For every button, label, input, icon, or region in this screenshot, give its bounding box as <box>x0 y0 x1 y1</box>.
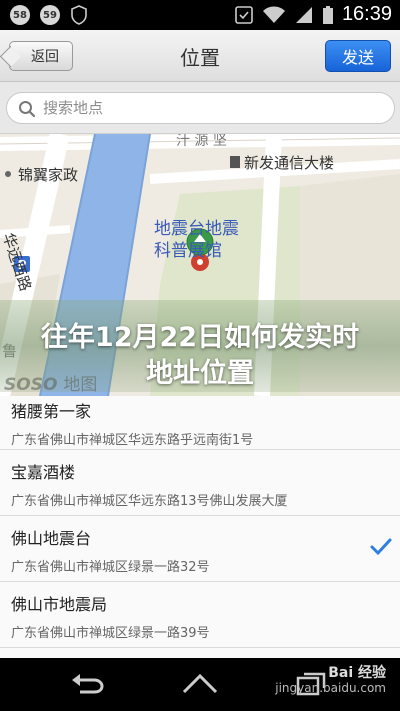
watermark: Bai 经验 jingyan.baidu.com <box>275 666 386 696</box>
map-label-xinfa: 新发通信大楼 <box>244 154 335 172</box>
title-bar: 返回 位置 发送 <box>0 30 400 82</box>
list-item[interactable]: 佛山市地震局 广东省佛山市禅城区绿景一路39号 <box>0 582 400 648</box>
map-poi-line2: 科普展馆 <box>154 241 222 261</box>
place-name: 宝嘉酒楼 <box>11 463 76 482</box>
back-nav-icon[interactable] <box>70 672 106 696</box>
notification-badge-1: 58 <box>10 5 30 25</box>
battery-icon <box>322 5 333 24</box>
check-icon <box>370 538 392 556</box>
alarm-icon <box>235 5 253 24</box>
place-name: 佛山地震台 <box>11 529 92 548</box>
status-time: 16:39 <box>341 3 392 25</box>
place-address: 广东省佛山市禅城区绿景一路32号 <box>11 560 210 575</box>
map-label-upper: 汁 源 坚 <box>176 134 227 149</box>
place-name: 佛山市地震局 <box>11 595 108 614</box>
list-item[interactable]: 宝嘉酒楼 广东省佛山市禅城区华远东路13号佛山发展大厦 <box>0 450 400 516</box>
watermark-brand: Bai 经验 <box>328 665 386 681</box>
notification-badge-2: 59 <box>40 5 60 25</box>
search-icon <box>19 101 36 118</box>
signal-icon <box>295 6 312 23</box>
place-address: 广东省佛山市禅城区华远东路13号佛山发展大厦 <box>11 494 288 509</box>
map-poi-label: 地震台地震 科普展馆 <box>154 218 239 262</box>
list-item[interactable]: 猪腰第一家 广东省佛山市禅城区华远东路乎远南街1号 <box>0 396 400 450</box>
search-box[interactable] <box>6 92 395 124</box>
status-bar: 58 59 16:39 <box>0 0 400 30</box>
places-list: 猪腰第一家 广东省佛山市禅城区华远东路乎远南街1号 宝嘉酒楼 广东省佛山市禅城区… <box>0 396 400 658</box>
nav-bar: Bai 经验 jingyan.baidu.com <box>0 658 400 711</box>
map-label-jinyi: 锦翼家政 <box>18 166 79 184</box>
send-button[interactable]: 发送 <box>325 40 391 72</box>
place-address: 广东省佛山市禅城区绿景一路39号 <box>11 626 210 641</box>
wifi-icon <box>262 6 285 23</box>
search-bar <box>0 82 400 134</box>
place-address: 广东省佛山市禅城区华远东路乎远南街1号 <box>11 433 254 448</box>
overlay-title-text: 往年12月22日如何发实时地址位置 <box>40 322 360 389</box>
map-poi-line1: 地震台地震 <box>154 219 239 239</box>
list-item[interactable]: 佛山地震台 广东省佛山市禅城区绿景一路32号 <box>0 516 400 582</box>
place-name: 猪腰第一家 <box>11 402 92 421</box>
home-nav-icon[interactable] <box>182 672 218 696</box>
shield-icon <box>71 5 87 25</box>
overlay-title: 往年12月22日如何发实时地址位置 <box>0 320 400 392</box>
watermark-url: jingyan.baidu.com <box>275 681 386 695</box>
search-input[interactable] <box>43 97 373 119</box>
